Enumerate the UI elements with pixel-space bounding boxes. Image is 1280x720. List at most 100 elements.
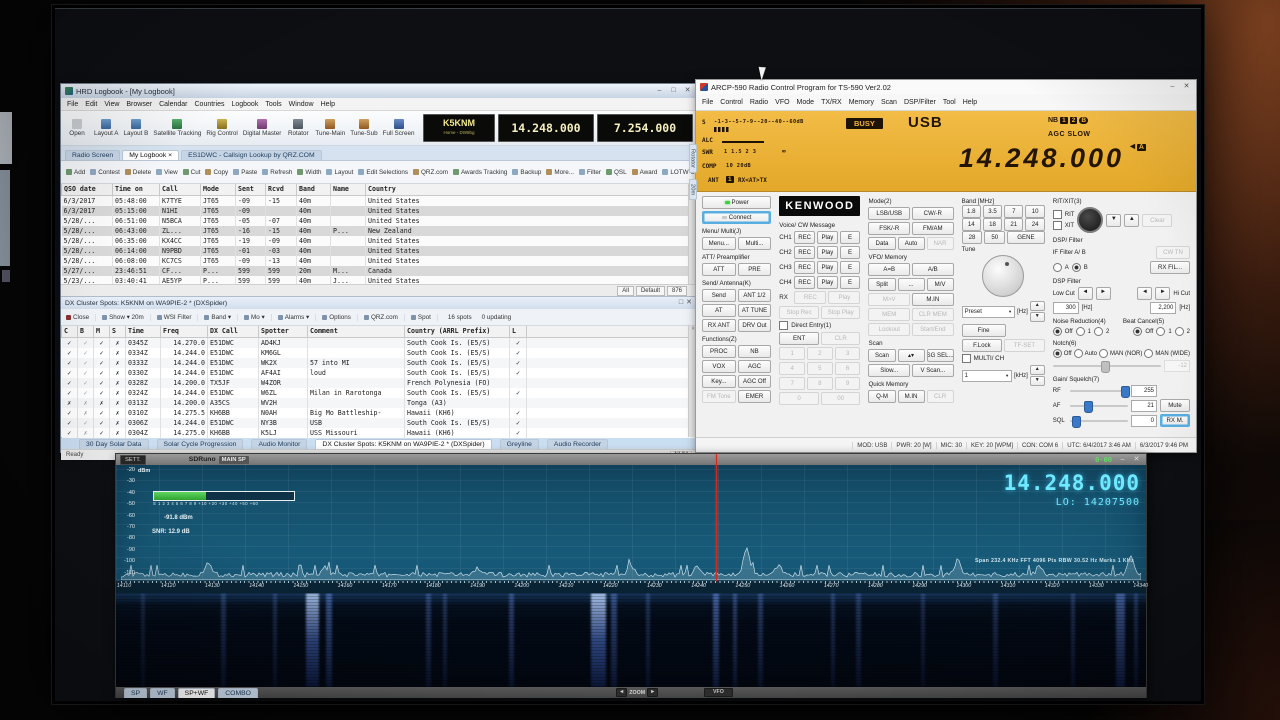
if-filter-a-radio[interactable] [1053, 263, 1062, 272]
arcp-button[interactable]: 21 [1004, 218, 1023, 231]
arcp-button[interactable]: A=B [868, 263, 910, 276]
bc-1-radio[interactable] [1156, 327, 1165, 336]
cluster-toolbar-button[interactable]: QRZ.com [364, 314, 405, 321]
arcp-button[interactable]: 24 [1025, 218, 1044, 231]
arcp-button[interactable]: Key... [702, 375, 736, 388]
table-row[interactable]: ✓✓✓✗0328Z14.200.0TX5JFW4ZORFrench Polyne… [62, 378, 697, 388]
arcp-button[interactable]: ATT [702, 263, 736, 276]
rx-monitor-button[interactable]: RX M. [1160, 414, 1190, 427]
display-mode-button[interactable]: SP [124, 688, 147, 698]
hrd-menu-item[interactable]: Logbook [231, 101, 258, 108]
hrd-toolbar-button[interactable]: Rig Control [204, 112, 240, 144]
flock-button[interactable]: F.Lock [962, 339, 1003, 352]
rx-filter-button[interactable]: RX FIL... [1150, 261, 1190, 274]
squelch-slider[interactable] [1070, 420, 1128, 422]
lowcut-up-button[interactable]: ► [1096, 287, 1111, 300]
logbook-toolbar-button[interactable]: Filter [579, 169, 601, 176]
column-header[interactable]: Spotter [259, 326, 308, 338]
maximize-icon[interactable]: □ [668, 86, 679, 96]
hrd-bottom-tab[interactable]: 30 Day Solar Data [79, 439, 149, 449]
logbook-toolbar-button[interactable]: Layout [326, 169, 353, 176]
column-header[interactable]: Call [160, 184, 201, 196]
arcp-titlebar[interactable]: ARCP-590 Radio Control Program for TS-59… [696, 80, 1196, 94]
hrd-menu-item[interactable]: File [67, 101, 78, 108]
arcp-button[interactable]: REC [794, 291, 826, 304]
hrd-toolbar-button[interactable]: Digital Master [241, 112, 284, 144]
arcp-button[interactable]: Scan [868, 349, 895, 362]
checkbox[interactable] [779, 321, 788, 330]
arcp-button[interactable]: M>V [868, 293, 910, 306]
hrd-toolbar-button[interactable]: Full Screen [381, 112, 417, 144]
hrd-menu-item[interactable]: Countries [195, 101, 225, 108]
hrd-tab[interactable]: Radio Screen [65, 150, 120, 160]
column-header[interactable]: M [94, 326, 110, 338]
display-mode-button[interactable]: SP+WF [178, 688, 216, 698]
arcp-button[interactable]: PRE [738, 263, 772, 276]
logbook-toolbar-button[interactable]: Awards Tracking [453, 169, 507, 176]
column-header[interactable]: L [510, 326, 527, 338]
zoom-in-icon[interactable]: ► [647, 688, 658, 697]
logbook-toolbar-button[interactable]: Contest [90, 169, 120, 176]
rit-clear-button[interactable]: Clear [1142, 214, 1172, 227]
arcp-button[interactable]: 9 [835, 377, 861, 390]
logbook-toolbar-button[interactable]: Cut [183, 169, 201, 176]
arcp-button[interactable]: E [840, 276, 861, 289]
arcp-button[interactable]: Start/End [912, 323, 954, 336]
arcp-menu-item[interactable]: Tool [943, 99, 956, 106]
arcp-button[interactable]: SG SEL... [927, 349, 954, 362]
column-header[interactable]: Country [366, 184, 697, 196]
logbook-toolbar-button[interactable]: Backup [512, 169, 541, 176]
table-row[interactable]: ✓✓✓✗0306Z14.244.0E51DWCNY3BUSBSouth Cook… [62, 418, 697, 428]
cluster-titlebar[interactable]: DX Cluster Spots: K5KNM on WA9PIE-2 * (D… [61, 296, 697, 309]
notch-man-wide-radio[interactable] [1144, 349, 1153, 358]
nr-1-radio[interactable] [1076, 327, 1085, 336]
arcp-button[interactable]: REC [794, 276, 815, 289]
nr-off-radio[interactable] [1053, 327, 1062, 336]
hrd-toolbar-button[interactable]: Satellite Tracking [151, 112, 203, 144]
arcp-button[interactable]: PROC [702, 345, 736, 358]
waterfall-display[interactable] [116, 593, 1146, 687]
table-row[interactable]: ✓✓✓✗0330Z14.244.0E51DWCAF4AIloudSouth Co… [62, 368, 697, 378]
column-header[interactable]: Sent [236, 184, 266, 196]
arcp-button[interactable]: Send [702, 289, 736, 302]
column-header[interactable]: Freq [161, 326, 208, 338]
hrd-menu-item[interactable]: Browser [126, 101, 152, 108]
arcp-button[interactable]: REC [794, 231, 815, 244]
arcp-button[interactable]: MEM [868, 308, 910, 321]
logbook-toolbar-button[interactable]: View [156, 169, 178, 176]
logbook-toolbar-button[interactable]: Delete [125, 169, 151, 176]
arcp-button[interactable]: AGC Off [738, 375, 772, 388]
hrd-bottom-tab[interactable]: DX Cluster Spots: K5KNM on WA9PIE-2 * (D… [315, 439, 491, 449]
column-header[interactable]: QSO date [62, 184, 113, 196]
arcp-button[interactable]: EMER [738, 390, 772, 403]
arcp-button[interactable]: AT TUNE [738, 304, 772, 317]
notch-slider[interactable] [1053, 365, 1161, 367]
arcp-button[interactable]: Connect [702, 211, 771, 224]
cluster-close-icon[interactable]: ✕ [685, 298, 693, 308]
logbook-toolbar-button[interactable]: Award [632, 169, 658, 176]
sdruno-minimize-icon[interactable]: – [1117, 455, 1128, 465]
arcp-button[interactable]: FM/AM [912, 222, 954, 235]
arcp-button[interactable]: 18 [983, 218, 1002, 231]
arcp-menu-item[interactable]: Help [963, 99, 977, 106]
bc-2-radio[interactable] [1175, 327, 1184, 336]
arcp-close-icon[interactable]: ✕ [1181, 82, 1192, 92]
arcp-button[interactable]: 1.8 [962, 205, 981, 218]
arcp-button[interactable]: Menu... [702, 237, 736, 250]
hrd-tab[interactable]: ES1DWC - Callsign Lookup by QRZ.COM [181, 150, 322, 160]
fine-button[interactable]: Fine [962, 324, 1006, 337]
arcp-button[interactable]: Auto [898, 237, 925, 250]
arcp-button[interactable]: DRV Out [738, 319, 772, 332]
table-row[interactable]: 5/28/...06:43:00ZL...JT65-16-1540mP...Ne… [62, 226, 697, 236]
column-header[interactable]: C [62, 326, 78, 338]
logbook-toolbar-button[interactable]: QRZ.com [413, 169, 448, 176]
arcp-button[interactable]: Q-M [868, 390, 895, 403]
arcp-button[interactable]: 4 [779, 362, 805, 375]
cluster-toolbar-button[interactable]: Options [322, 314, 358, 321]
af-gain-slider[interactable] [1070, 405, 1128, 407]
arcp-button[interactable]: 0 [779, 392, 819, 405]
arcp-button[interactable]: Split [868, 278, 895, 291]
rf-gain-slider[interactable] [1070, 390, 1128, 392]
hrd-bottom-tab[interactable]: Solar Cycle Progression [157, 439, 244, 449]
sdruno-titlebar[interactable]: SETT. SDRuno MAIN SP 0-00 – ✕ [116, 454, 1146, 465]
